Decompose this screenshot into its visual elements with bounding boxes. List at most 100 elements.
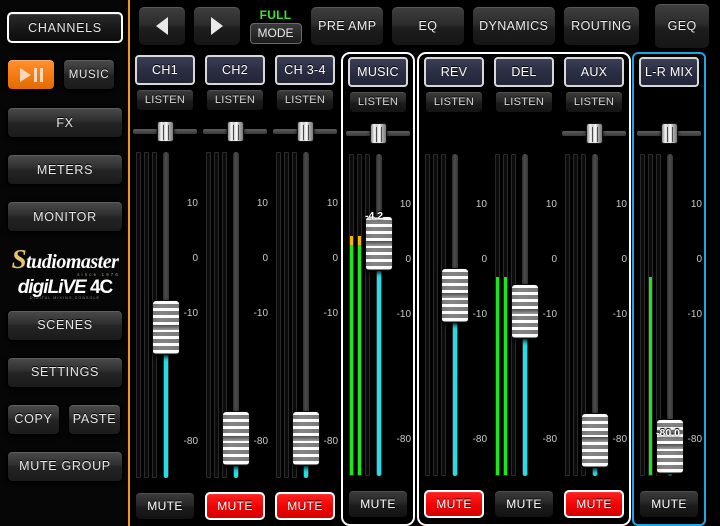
full-mode-button[interactable]: FULL MODE — [248, 4, 304, 48]
channel-select-button[interactable]: L-R MIX — [639, 57, 699, 87]
copy-button[interactable]: COPY — [7, 404, 60, 435]
db-scale-tick: -10 — [688, 309, 702, 320]
db-scale-tick: -80 — [324, 436, 338, 447]
paste-button[interactable]: PASTE — [68, 404, 121, 435]
db-scale: 100-10-80 — [385, 154, 411, 476]
sidebar-item-music[interactable]: MUSIC — [63, 59, 115, 90]
channel-strip: MUSICLISTEN100-10-80-4.2MUTE — [343, 54, 413, 524]
db-scale-tick: 0 — [192, 253, 198, 264]
fader-area: 100-10-80 — [200, 144, 270, 492]
mute-button[interactable]: MUTE — [494, 490, 554, 518]
db-scale-tick: 10 — [257, 198, 268, 209]
channel-select-button[interactable]: DEL — [494, 57, 554, 87]
pan-knob[interactable] — [370, 123, 387, 144]
listen-button[interactable]: LISTEN — [425, 91, 483, 113]
chevron-right-icon — [211, 17, 223, 35]
db-scale-tick: 10 — [400, 199, 411, 210]
db-scale: 100-10-80 — [461, 154, 487, 476]
sidebar-item-fx[interactable]: FX — [7, 107, 123, 138]
tab-pre-amp[interactable]: PRE AMP — [310, 6, 384, 46]
db-scale-tick: 10 — [691, 199, 702, 210]
listen-button[interactable]: LISTEN — [565, 91, 623, 113]
fader-area: 100-10-80-4.2 — [343, 146, 413, 490]
pan-knob[interactable] — [227, 121, 244, 142]
tab-dynamics[interactable]: DYNAMICS — [472, 6, 556, 46]
level-meter — [425, 154, 430, 476]
transport-row: MUSIC — [7, 59, 121, 90]
listen-button[interactable]: LISTEN — [349, 91, 407, 113]
button-label: COPY — [14, 412, 52, 426]
pan-slider[interactable] — [203, 120, 267, 142]
sidebar-item-monitor[interactable]: MONITOR — [7, 201, 123, 232]
next-page-button[interactable] — [193, 6, 241, 46]
db-scale-tick: -80 — [543, 434, 557, 445]
button-label: PASTE — [73, 412, 117, 426]
level-meter — [503, 154, 508, 476]
sidebar: CHANNELS MUSIC FX METERS MONITOR Studiom… — [0, 0, 130, 526]
pan-knob[interactable] — [661, 123, 678, 144]
gain-readout: -4.2 — [365, 210, 383, 222]
pan-knob[interactable] — [157, 121, 174, 142]
tab-geq[interactable]: GEQ — [654, 3, 710, 49]
channel-fader[interactable] — [376, 154, 382, 476]
mute-button[interactable]: MUTE — [424, 490, 484, 518]
mute-button[interactable]: MUTE — [348, 490, 408, 518]
sidebar-item-scenes[interactable]: SCENES — [7, 310, 123, 341]
pan-slider[interactable] — [562, 122, 626, 144]
pan-slider[interactable] — [273, 120, 337, 142]
listen-button[interactable]: LISTEN — [276, 89, 334, 111]
sidebar-item-channels[interactable]: CHANNELS — [7, 12, 123, 43]
channel-strip: CH 3-4LISTEN100-10-80MUTE — [270, 52, 340, 526]
pan-knob[interactable] — [586, 123, 603, 144]
pan-slider[interactable] — [637, 122, 701, 144]
mute-button[interactable]: MUTE — [564, 490, 624, 518]
channel-select-button[interactable]: REV — [424, 57, 484, 87]
mute-button[interactable]: MUTE — [639, 490, 699, 518]
sidebar-item-meters[interactable]: METERS — [7, 154, 123, 185]
pan-knob[interactable] — [297, 121, 314, 142]
channel-select-button[interactable]: AUX — [564, 57, 624, 87]
mute-button[interactable]: MUTE — [275, 492, 335, 520]
fader-area: 100-10-80 — [419, 146, 489, 490]
brand-logo: Studiomaster since 1976 digiLiVE 4C DIGI… — [7, 246, 123, 300]
prev-page-button[interactable] — [138, 6, 186, 46]
db-scale-tick: -10 — [254, 308, 268, 319]
mute-button[interactable]: MUTE — [135, 492, 195, 520]
tab-routing[interactable]: ROUTING — [563, 6, 641, 46]
listen-button[interactable]: LISTEN — [495, 91, 553, 113]
db-scale-tick: -80 — [184, 436, 198, 447]
db-scale-tick: -10 — [473, 309, 487, 320]
level-meter — [565, 154, 570, 476]
channel-select-button[interactable]: CH2 — [205, 55, 265, 85]
channel-fader[interactable] — [452, 154, 458, 476]
channel-fader[interactable] — [522, 154, 528, 476]
db-scale-tick: -10 — [613, 309, 627, 320]
channel-fader[interactable] — [233, 152, 239, 478]
channel-fader[interactable] — [592, 154, 598, 476]
channel-group-selected: REV LISTEN 100-10-80 MUTE DEL LISTEN 100-10-80… — [417, 52, 631, 526]
channel-select-button[interactable]: CH 3-4 — [275, 55, 335, 85]
play-pause-icon[interactable] — [7, 59, 55, 90]
listen-button[interactable]: LISTEN — [206, 89, 264, 111]
level-meter — [640, 154, 645, 476]
level-meter — [648, 154, 653, 476]
mute-button[interactable]: MUTE — [205, 492, 265, 520]
channel-fader[interactable] — [163, 152, 169, 478]
sidebar-item-label: SETTINGS — [31, 365, 99, 379]
listen-button[interactable]: LISTEN — [136, 89, 194, 111]
pan-placeholder — [492, 122, 556, 144]
tab-eq[interactable]: EQ — [391, 6, 465, 46]
pan-slider[interactable] — [346, 122, 410, 144]
sidebar-item-label: CHANNELS — [28, 21, 102, 35]
level-meter — [495, 154, 500, 476]
sidebar-item-mute-group[interactable]: MUTE GROUP — [7, 451, 123, 482]
channel-select-button[interactable]: MUSIC — [348, 57, 408, 87]
level-meter — [136, 152, 141, 478]
level-meter — [433, 154, 438, 476]
sidebar-item-settings[interactable]: SETTINGS — [7, 357, 123, 388]
level-meter — [206, 152, 211, 478]
pan-slider[interactable] — [133, 120, 197, 142]
channel-select-button[interactable]: CH1 — [135, 55, 195, 85]
channel-fader[interactable] — [303, 152, 309, 478]
db-scale: 100-10-80 — [531, 154, 557, 476]
